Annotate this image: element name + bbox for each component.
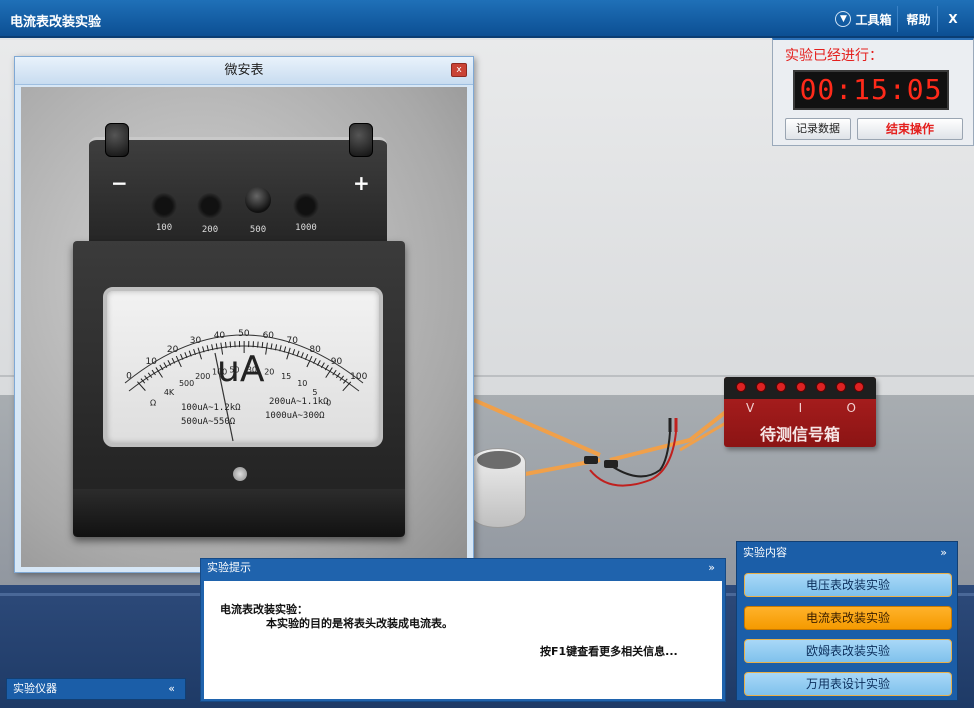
jack-1000[interactable] [293,193,319,219]
title-bar: 电流表改装实验 ▼ 工具箱 帮助 X [0,0,974,38]
timer-display: 00:15:05 [793,70,949,110]
ammeter-experiment-button[interactable]: 电流表改装实验 [744,606,952,630]
scale-label: 90 [331,357,343,367]
record-data-button[interactable]: 记录数据 [785,118,851,140]
ohm-scale-label: 5 [312,388,317,397]
window-titlebar[interactable]: 微安表 x [15,57,473,85]
zero-adjust-screw[interactable] [233,467,247,481]
negative-terminal[interactable] [105,123,129,157]
unit-label: uA [217,349,265,390]
end-operation-button[interactable]: 结束操作 [857,118,963,140]
window-title: 微安表 [224,63,264,78]
scale-label: 40 [214,331,226,341]
ohm-scale-label: 4K [164,388,175,397]
expand-icon[interactable]: « [168,679,175,699]
tips-header[interactable]: 实验提示 » [201,559,725,577]
signal-box-label: 待测信号箱 [759,425,840,444]
timer-panel: 实验已经进行： 00:15:05 记录数据 结束操作 [772,38,974,146]
positive-terminal[interactable] [349,123,373,157]
multimeter-experiment-button[interactable]: 万用表设计实验 [744,672,952,696]
jack-500-label: 500 [249,225,267,235]
jack-100-label: 100 [155,223,173,233]
experiment-content-header[interactable]: 实验内容 » [737,542,957,564]
scale-label: 20 [167,345,179,355]
tips-line: 本实验的目的是将表头改装成电流表。 [266,617,453,630]
jack-200[interactable] [197,193,223,219]
plus-sign: + [353,171,370,195]
help-button[interactable]: 帮助 [900,6,938,32]
meter-dial: 0 10 20 30 40 50 60 70 80 90 100 Ω 4K 500 200 100 50 30 20… [103,287,383,447]
chevron-down-circle-icon: ▼ [835,11,852,27]
jack-200-label: 200 [201,225,219,235]
minus-sign: − [111,171,128,195]
range-label: 200uA~1.1kΩ [269,397,329,407]
toolbox-label: 工具箱 [855,12,892,27]
instruments-title: 实验仪器 [13,682,57,695]
jack-100[interactable] [151,193,177,219]
instruments-panel[interactable]: 实验仪器 « [6,678,186,700]
scale-label: 0 [126,372,132,382]
microammeter: − + 100 200 500 1000 0 10 20 30 40 50 60 70 80 90… [73,123,405,537]
terminal-v-label: V [746,401,755,415]
tips-body: 电流表改装实验： 本实验的目的是将表头改装成电流表。 按F1键查看更多相关信息.… [204,581,722,699]
collapse-icon[interactable]: » [940,542,947,564]
timer-label: 实验已经进行： [785,48,883,64]
tips-panel: 实验提示 » 电流表改装实验： 本实验的目的是将表头改装成电流表。 按F1键查看… [200,558,726,702]
window-close-button[interactable]: x [451,63,467,77]
terminal-i-label: I [798,401,803,415]
signal-box-terminals: V I O [746,401,856,415]
scale-tick [224,342,227,349]
scale-tick [265,342,268,355]
scale-tick [229,341,232,348]
terminal-o-label: O [846,401,856,415]
experiment-content-panel: 实验内容 » 电压表改装实验 电流表改装实验 欧姆表改装实验 万用表设计实验 [736,541,958,701]
meter-view: − + 100 200 500 1000 0 10 20 30 40 50 60 70 80 90… [21,87,467,567]
ohmmeter-experiment-button[interactable]: 欧姆表改装实验 [744,639,952,663]
range-label: 500uA~550Ω [181,417,236,427]
collapse-icon[interactable]: » [708,559,715,577]
ohm-scale-label: 500 [179,379,194,388]
scale-tick [257,341,259,348]
app-title: 电流表改装实验 [10,15,102,30]
toolbox-button[interactable]: ▼ 工具箱 [830,6,898,32]
range-label: 1000uA~300Ω [265,411,325,421]
scale-label: 70 [286,336,298,346]
jack-500[interactable] [245,187,271,213]
microammeter-window[interactable]: 微安表 x − + 100 200 500 1000 0 10 20 30 40… [14,56,474,573]
ohm-scale-label: 15 [281,372,291,381]
scale-tick [343,378,348,384]
close-button[interactable]: X [940,6,966,32]
alligator-clip[interactable] [584,456,598,464]
signal-box[interactable]: V I O 待测信号箱 [724,377,876,447]
scale-label: 80 [309,345,321,355]
scale-label: 50 [238,329,250,339]
tips-header-label: 实验提示 [207,561,251,574]
experiment-content-title: 实验内容 [743,546,787,559]
tips-line: 按F1键查看更多相关信息... [540,645,678,658]
scale-label: 30 [190,336,202,346]
range-label: 100uA~1.2kΩ [181,403,241,413]
alligator-clip[interactable] [604,460,618,468]
scale-label: 100 [350,372,367,382]
resistance-box[interactable] [470,448,526,528]
ohm-scale-label: Ω [150,399,156,408]
ohm-scale-label: 10 [297,379,307,388]
scale-label: 60 [263,331,275,341]
scale-label: 10 [145,357,157,367]
voltmeter-experiment-button[interactable]: 电压表改装实验 [744,573,952,597]
scale-tick [197,347,202,360]
scale-tick [261,342,264,349]
ohm-scale-label: 200 [195,372,210,381]
ohm-scale-label: 20 [264,368,274,377]
jack-1000-label: 1000 [295,223,317,233]
